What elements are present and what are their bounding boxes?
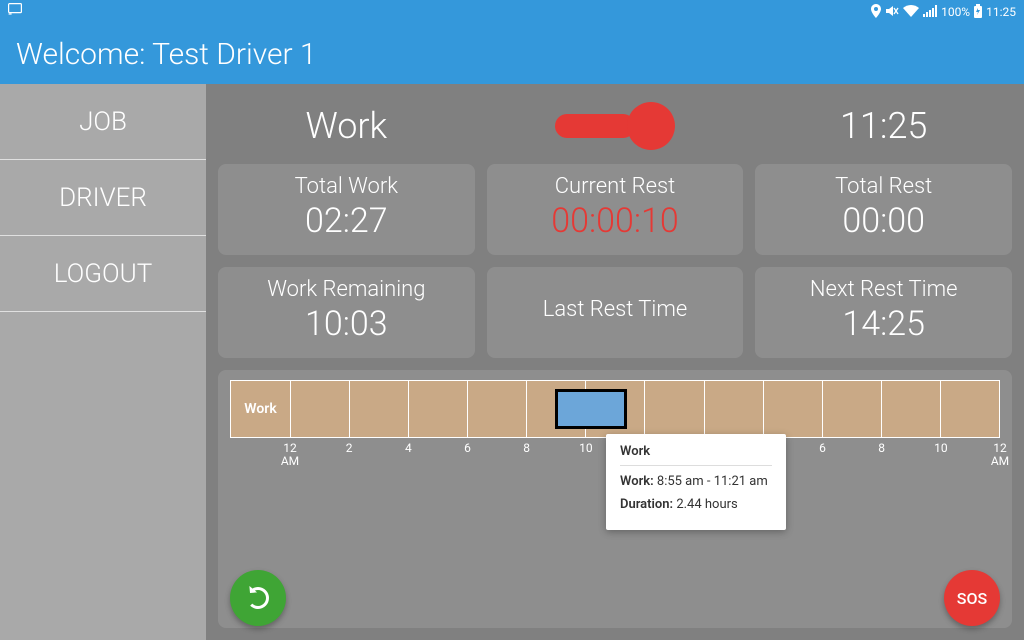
timeline-cell — [705, 381, 764, 437]
timeline-tick: 8 — [867, 442, 897, 455]
tooltip-work-label: Work: — [620, 474, 654, 489]
sidebar-item-job[interactable]: JOB — [0, 84, 206, 160]
work-rest-toggle[interactable] — [555, 108, 675, 144]
tooltip-title: Work — [620, 444, 772, 466]
timeline-panel: Work 12 AM2468101224681012 — [218, 370, 1012, 628]
timeline-tick: 6 — [808, 442, 838, 455]
timeline-track: Work — [230, 380, 1000, 438]
card-next-rest-time: Next Rest Time 14:25 — [755, 267, 1012, 358]
tooltip-work-row: Work: 8:55 am - 11:21 am — [620, 474, 772, 489]
sidebar-item-driver[interactable]: DRIVER — [0, 160, 206, 236]
sidebar-item-logout[interactable]: LOGOUT — [0, 236, 206, 312]
card-label: Current Rest — [555, 174, 675, 199]
timeline-cell — [645, 381, 704, 437]
timeline-tick: 4 — [393, 442, 423, 455]
current-time: 11:25 — [755, 105, 1012, 147]
card-label: Work Remaining — [267, 277, 425, 302]
refresh-button[interactable] — [230, 570, 286, 626]
card-label: Total Rest — [835, 174, 932, 199]
timeline-tick: 10 — [926, 442, 956, 455]
refresh-icon — [247, 587, 269, 609]
main-panel: Work 11:25 Total Work 02:27 Current Rest… — [206, 84, 1024, 640]
card-total-rest: Total Rest 00:00 — [755, 164, 1012, 255]
battery-icon — [974, 4, 982, 21]
mute-icon — [885, 5, 899, 20]
cast-icon — [8, 3, 22, 18]
sos-button[interactable]: SOS — [944, 570, 1000, 626]
card-value: 14:25 — [842, 304, 925, 344]
card-value: 10:03 — [305, 304, 388, 344]
mode-label: Work — [218, 105, 475, 147]
timeline-tick: 10 — [571, 442, 601, 455]
timeline-tick: 8 — [512, 442, 542, 455]
sidebar: JOB DRIVER LOGOUT — [0, 84, 206, 640]
timeline-cell — [350, 381, 409, 437]
tooltip-duration-value: 2.44 hours — [676, 497, 737, 512]
timeline-tick: 6 — [453, 442, 483, 455]
android-status-bar: 100% 11:25 — [0, 0, 1024, 24]
status-time: 11:25 — [986, 5, 1016, 19]
toggle-track — [555, 114, 635, 138]
signal-icon — [923, 5, 937, 20]
timeline-cell — [941, 381, 1000, 437]
timeline-tooltip: Work Work: 8:55 am - 11:21 am Duration: … — [606, 434, 786, 530]
card-label: Next Rest Time — [810, 277, 958, 302]
timeline-cell — [823, 381, 882, 437]
wifi-icon — [903, 5, 919, 20]
timeline-tick: 12 AM — [275, 442, 305, 468]
tooltip-duration-row: Duration: 2.44 hours — [620, 497, 772, 512]
card-value: 02:27 — [305, 201, 388, 241]
timeline-cell — [764, 381, 823, 437]
timeline-row-label: Work — [231, 381, 291, 437]
sidebar-item-label: LOGOUT — [54, 259, 153, 289]
welcome-text: Welcome: Test Driver 1 — [16, 37, 317, 72]
cards-row-2: Work Remaining 10:03 Last Rest Time Next… — [218, 267, 1012, 358]
tooltip-work-range: 8:55 am - 11:21 am — [657, 474, 768, 489]
card-current-rest: Current Rest 00:00:10 — [487, 164, 744, 255]
app-header: Welcome: Test Driver 1 — [0, 24, 1024, 84]
sidebar-item-label: DRIVER — [59, 183, 147, 213]
location-icon — [871, 4, 881, 21]
cards-row-1: Total Work 02:27 Current Rest 00:00:10 T… — [218, 164, 1012, 255]
sidebar-item-label: JOB — [79, 107, 127, 137]
card-label: Last Rest Time — [543, 297, 687, 322]
card-last-rest-time: Last Rest Time — [487, 267, 744, 358]
timeline-cell — [882, 381, 941, 437]
timeline-tick: 2 — [334, 442, 364, 455]
top-row: Work 11:25 — [218, 96, 1012, 156]
card-label: Total Work — [295, 174, 399, 199]
timeline-cell — [409, 381, 468, 437]
card-value: 00:00 — [842, 201, 925, 241]
timeline-cells[interactable] — [291, 381, 1000, 437]
toggle-knob — [627, 102, 675, 150]
card-work-remaining: Work Remaining 10:03 — [218, 267, 475, 358]
timeline-cell — [291, 381, 350, 437]
battery-text: 100% — [941, 5, 970, 19]
tooltip-duration-label: Duration: — [620, 497, 673, 512]
card-value: 00:00:10 — [551, 201, 678, 241]
sos-label: SOS — [957, 589, 987, 608]
timeline-work-block[interactable] — [555, 389, 627, 429]
timeline-cell — [468, 381, 527, 437]
timeline-tick: 12 AM — [985, 442, 1015, 468]
card-total-work: Total Work 02:27 — [218, 164, 475, 255]
